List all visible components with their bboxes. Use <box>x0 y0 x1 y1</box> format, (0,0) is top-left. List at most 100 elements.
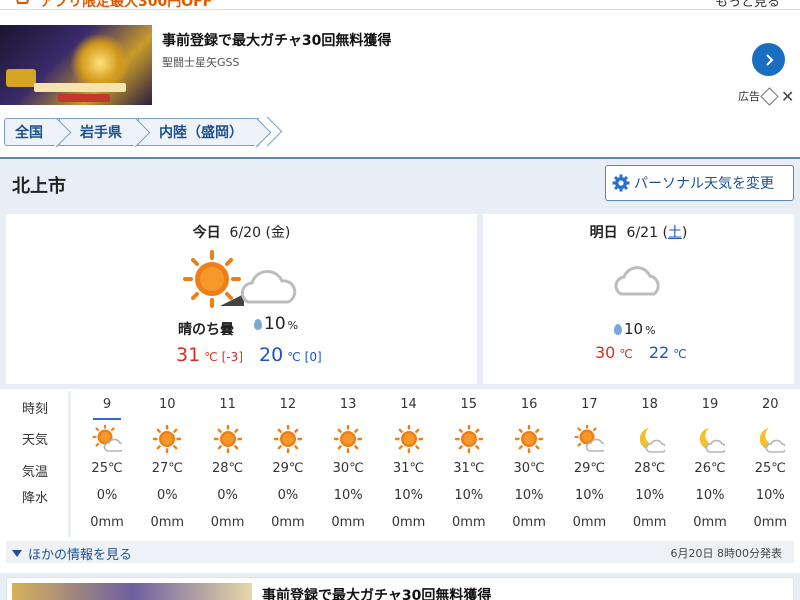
hourly-forecast[interactable]: 時刻 天気 気温 降水 9 25℃ 0% 0mm 10 27℃ 0% 0mm 11 28℃ 0% 0m… <box>0 389 800 539</box>
tomorrow-dow-close: ) <box>681 225 688 241</box>
hour-pop: 0% <box>277 488 299 503</box>
today-low-diff: [0] <box>304 350 322 364</box>
today-rain-value: 10 <box>264 314 286 334</box>
moon-cloud-icon <box>699 428 725 453</box>
today-panel[interactable]: 今日 6/20 (金) 晴のち曇 10% 31 ℃ [-3] 20 ℃ [0] <box>6 214 477 384</box>
more-info-label: ほかの情報を見る <box>28 548 133 563</box>
sun-cloud-icon <box>574 425 605 452</box>
hour-precip: 0mm <box>451 515 486 530</box>
today-high-diff: [-3] <box>221 350 243 364</box>
hour-label: 18 <box>641 397 658 412</box>
hour-temp: 31℃ <box>453 461 485 476</box>
hour-temp: 25℃ <box>754 461 786 476</box>
divider <box>68 391 71 537</box>
tomorrow-label: 明日 <box>589 225 618 241</box>
hour-precip: 0mm <box>150 515 185 530</box>
hour-pop: 0% <box>96 488 118 503</box>
tomorrow-rain-unit: % <box>645 324 656 337</box>
sun-icon <box>153 425 182 453</box>
divider <box>0 9 800 10</box>
breadcrumb-item-region[interactable]: 内陸（盛岡） <box>138 118 259 146</box>
personal-weather-button[interactable]: パーソナル天気を変更 <box>605 165 794 201</box>
hour-pop: 10% <box>454 488 484 503</box>
ad-info-icon[interactable] <box>760 86 779 106</box>
hour-label: 9 <box>77 397 137 420</box>
close-icon[interactable]: ✕ <box>781 88 794 104</box>
bottom-ad-thumbnail[interactable] <box>12 583 252 600</box>
hour-label: 11 <box>219 397 236 412</box>
bottom-ad-title[interactable]: 事前登録で最大ガチャ30回無料獲得 <box>262 585 491 600</box>
more-info-link[interactable]: ほかの情報を見る <box>12 544 132 563</box>
ad-title[interactable]: 事前登録で最大ガチャ30回無料獲得 <box>162 30 391 50</box>
hour-temp: 29℃ <box>272 461 304 476</box>
ad-label-text: 広告 <box>738 90 760 103</box>
today-temps: 31 ℃ [-3] 20 ℃ [0] <box>176 344 322 366</box>
hour-pop: 0% <box>156 488 178 503</box>
hour-label: 15 <box>460 397 478 412</box>
hour-pop: 10% <box>574 488 604 503</box>
hour-temp: 27℃ <box>151 461 183 476</box>
today-label: 今日 <box>192 225 221 241</box>
row-label-weather: 天気 <box>22 433 49 448</box>
tomorrow-rain-value: 10 <box>624 320 644 338</box>
hour-label: 10 <box>159 397 176 412</box>
hour-temp: 31℃ <box>392 461 425 476</box>
breadcrumb: 全国 岩手県 内陸（盛岡） <box>4 118 275 146</box>
today-rain: 10% <box>254 314 298 334</box>
moon-cloud-icon <box>760 428 786 453</box>
hour-pop: 10% <box>695 488 725 503</box>
breadcrumb-item-national[interactable]: 全国 <box>4 118 59 146</box>
today-rain-unit: % <box>287 319 299 332</box>
ad-label[interactable]: 広告 ✕ <box>738 86 794 106</box>
hour-temp: 26℃ <box>694 461 726 476</box>
hour-temp: 28℃ <box>634 461 666 476</box>
hour-precip: 0mm <box>210 515 245 530</box>
sun-then-cloud-icon <box>183 250 297 308</box>
promo-strip[interactable]: アプリ限定最大300円OFF もっと見る <box>0 0 800 10</box>
hour-temp: 25℃ <box>91 461 123 476</box>
today-low-unit: ℃ <box>287 350 301 364</box>
bottom-ad[interactable]: 事前登録で最大ガチャ30回無料獲得 <box>0 573 800 600</box>
hour-precip: 0mm <box>693 515 727 530</box>
sun-icon <box>273 425 303 453</box>
tomorrow-panel[interactable]: 明日 6/21 (土) 10% 30 ℃ 22 ℃ <box>483 214 794 384</box>
hour-label: 14 <box>400 397 417 412</box>
cloud-icon <box>614 266 660 296</box>
published-timestamp: 6月20日 8時00分発表 <box>670 547 783 560</box>
chevron-right-icon <box>765 53 773 66</box>
tomorrow-heading: 明日 6/21 (土) <box>483 222 794 242</box>
ad-thumbnail[interactable] <box>0 25 152 105</box>
hour-label: 12 <box>279 397 297 412</box>
triangle-down-icon <box>12 550 22 557</box>
hour-precip: 0mm <box>331 515 365 530</box>
today-high-unit: ℃ <box>204 350 218 364</box>
tomorrow-date: 6/21 <box>626 225 658 241</box>
raindrop-icon <box>254 319 262 330</box>
today-weather-text: 晴のち曇 <box>178 322 234 338</box>
hour-pop: 10% <box>755 488 785 503</box>
cart-icon <box>16 0 30 4</box>
tomorrow-high-unit: ℃ <box>619 347 633 361</box>
today-low: 20 <box>259 344 284 366</box>
ad-banner[interactable]: 事前登録で最大ガチャ30回無料獲得 聖闘士星矢GSS 広告 ✕ <box>0 25 800 106</box>
raindrop-icon <box>614 324 622 335</box>
personal-weather-label: パーソナル天気を変更 <box>634 176 774 192</box>
hour-temp: 29℃ <box>573 461 605 476</box>
hour-label: 19 <box>701 397 719 412</box>
today-dow: (金) <box>265 225 291 241</box>
sun-icon <box>394 425 423 453</box>
today-heading: 今日 6/20 (金) <box>6 222 477 242</box>
hour-precip: 0mm <box>753 515 788 530</box>
hour-precip: 0mm <box>632 515 667 530</box>
city-header: 北上市 パーソナル天気を変更 <box>0 157 800 209</box>
hour-pop: 10% <box>635 488 665 503</box>
hour-label: 13 <box>339 397 357 412</box>
sun-cloud-icon <box>92 425 122 452</box>
ad-arrow-button[interactable] <box>752 43 785 76</box>
row-label-time: 時刻 <box>22 402 49 417</box>
tomorrow-dow[interactable]: 土 <box>668 225 682 241</box>
hour-pop: 10% <box>333 488 363 503</box>
hour-precip: 0mm <box>90 515 124 530</box>
sun-icon <box>514 425 544 453</box>
sun-icon <box>333 425 363 453</box>
